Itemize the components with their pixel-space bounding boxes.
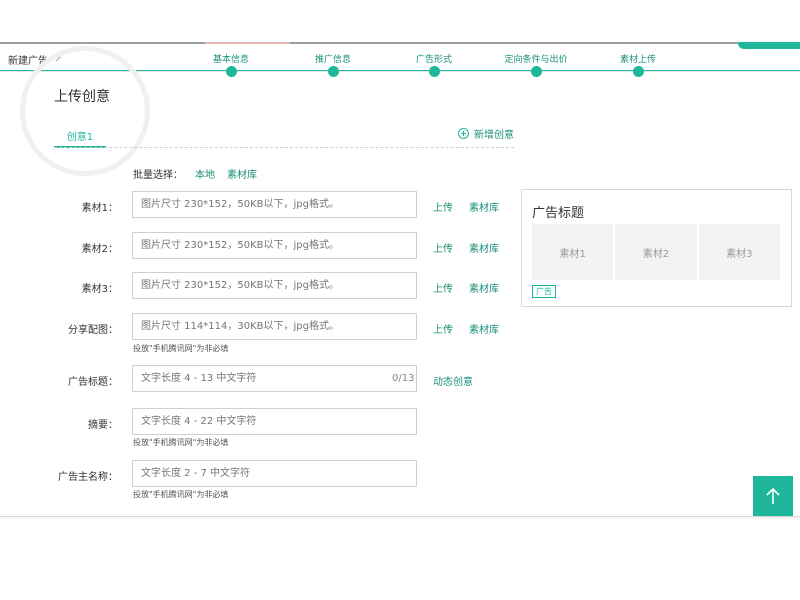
form-row-share-image: 分享配图： 上传 素材库 [0,313,520,341]
material3-label: 素材3： [81,284,118,295]
preview-thumbnails: 素材1 素材2 素材3 [532,224,780,280]
top-right-tab [738,42,800,49]
material3-input[interactable] [132,272,417,299]
material2-label: 素材2： [81,244,118,255]
preview-thumb: 素材2 [615,224,697,280]
step-label: 定向条件与出价 [504,55,568,65]
material1-upload-link[interactable]: 上传 [433,199,453,214]
batch-label: 批量选择： [133,170,183,181]
ad-preview-card: 广告标题 素材1 素材2 素材3 广告 [521,189,792,307]
summary-hint: 投放"手机腾讯网"为非必填 [133,438,229,447]
step-dot [328,66,339,77]
step-promo-info[interactable]: 推广信息 [288,52,378,77]
step-dot [429,66,440,77]
preview-title: 广告标题 [532,206,585,221]
add-creative-label: 新增创意 [474,130,514,141]
batch-library-link[interactable]: 素材库 [227,166,257,181]
batch-local-link[interactable]: 本地 [195,166,215,181]
share-image-upload-link[interactable]: 上传 [433,321,453,336]
material3-upload-link[interactable]: 上传 [433,280,453,295]
preview-thumb: 素材1 [532,224,614,280]
share-image-library-link[interactable]: 素材库 [469,321,499,336]
ad-title-input[interactable] [132,365,417,392]
form-row-summary: 摘要： [0,408,520,436]
share-image-hint: 投放"手机腾讯网"为非必填 [133,344,229,353]
step-material-upload[interactable]: 素材上传 [593,52,683,77]
ad-title-counter: 0/13 [392,373,415,384]
summary-label: 摘要： [88,420,118,431]
form-row-material2: 素材2： 上传 素材库 [0,232,520,260]
summary-input[interactable] [132,408,417,435]
batch-select: 批量选择： 本地 素材库 [133,166,257,181]
form-row-advertiser: 广告主名称： [0,460,520,488]
advertiser-label: 广告主名称： [58,472,118,483]
step-dot [531,66,542,77]
tab-divider [54,147,514,148]
preview-thumb: 素材3 [698,224,780,280]
material1-label: 素材1： [81,203,118,214]
step-basic-info[interactable]: 基本信息 [186,52,276,77]
back-to-top-button[interactable] [753,476,793,516]
step-dot [226,66,237,77]
advertiser-hint: 投放"手机腾讯网"为非必填 [133,490,229,499]
tab-creative-1[interactable]: 创意1 [54,128,106,148]
material2-input[interactable] [132,232,417,259]
ad-title-label: 广告标题： [68,377,118,388]
plus-circle-icon [458,128,469,139]
step-label: 基本信息 [212,55,249,65]
decorative-circle [20,46,150,176]
material1-library-link[interactable]: 素材库 [469,199,499,214]
step-label: 广告形式 [415,55,452,65]
top-border [0,42,800,44]
material2-library-link[interactable]: 素材库 [469,240,499,255]
step-ad-format[interactable]: 广告形式 [389,52,479,77]
form-row-ad-title: 广告标题： 0/13 动态创意 [0,365,520,393]
step-dot [633,66,644,77]
share-image-input[interactable] [132,313,417,340]
section-title: 上传创意 [54,89,110,105]
share-image-label: 分享配图： [68,325,118,336]
top-accent-mark [205,42,290,44]
step-label: 推广信息 [314,55,351,65]
step-label: 素材上传 [619,55,656,65]
add-creative-button[interactable]: 新增创意 [458,126,514,141]
form-row-material1: 素材1： 上传 素材库 [0,191,520,219]
material1-input[interactable] [132,191,417,218]
bottom-divider [0,516,800,517]
material2-upload-link[interactable]: 上传 [433,240,453,255]
form-row-material3: 素材3： 上传 素材库 [0,272,520,300]
arrow-up-icon [766,487,780,504]
material3-library-link[interactable]: 素材库 [469,280,499,295]
dynamic-creative-link[interactable]: 动态创意 [433,373,473,388]
ad-tag-badge: 广告 [532,285,556,298]
advertiser-input[interactable] [132,460,417,487]
step-targeting-bid[interactable]: 定向条件与出价 [491,52,581,77]
